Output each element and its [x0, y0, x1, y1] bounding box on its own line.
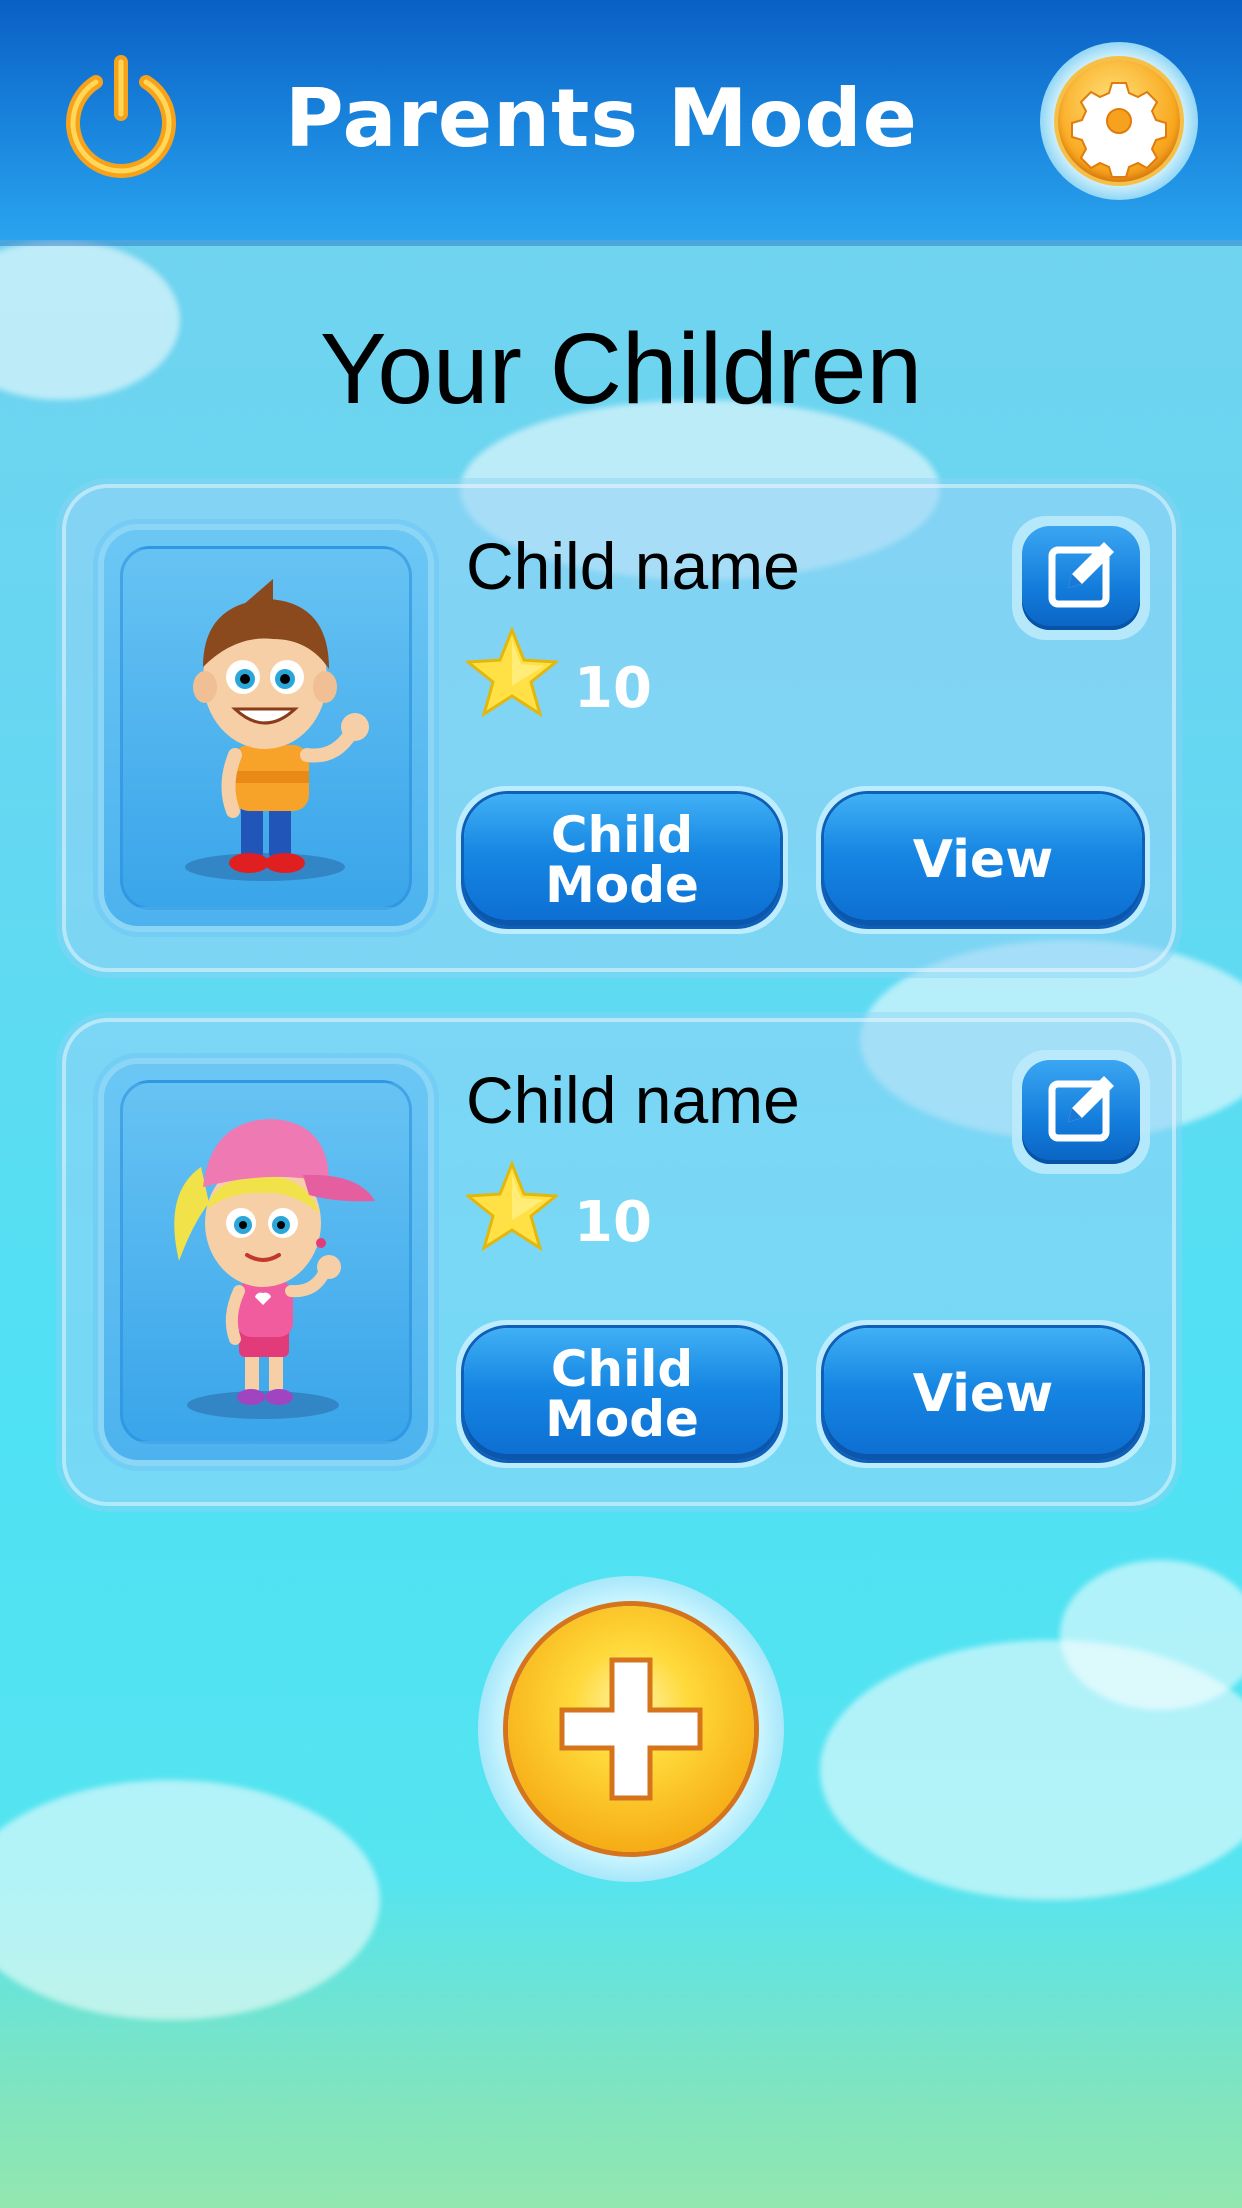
child-mode-button[interactable]: Child Mode — [456, 786, 788, 934]
child-mode-label-line1: Child — [550, 1340, 694, 1398]
plus-icon — [559, 1657, 703, 1801]
background-cloud — [0, 1780, 380, 2020]
power-icon — [66, 55, 176, 178]
child-mode-label-line2: Mode — [545, 856, 699, 914]
avatar-frame — [98, 524, 434, 932]
avatar-panel — [120, 546, 412, 910]
child-mode-label: Child Mode — [545, 1344, 699, 1444]
child-mode-button-face: Child Mode — [464, 1328, 780, 1460]
edit-child-button[interactable] — [1012, 1050, 1150, 1174]
child-mode-label: Child Mode — [545, 810, 699, 910]
power-button[interactable] — [58, 52, 184, 178]
edit-icon — [1048, 1076, 1114, 1142]
boy-avatar — [185, 579, 369, 881]
avatar-frame — [98, 1058, 434, 1466]
view-label: View — [824, 794, 1142, 926]
child-card: Child name 10 Child Mode View — [62, 484, 1176, 972]
star-count: 10 — [574, 1190, 652, 1255]
view-button[interactable]: View — [816, 786, 1150, 934]
child-mode-label-line1: Child — [550, 806, 694, 864]
girl-avatar — [174, 1119, 375, 1419]
view-button[interactable]: View — [816, 1320, 1150, 1468]
star-icon — [466, 1160, 558, 1252]
child-mode-button[interactable]: Child Mode — [456, 1320, 788, 1468]
header-title: Parents Mode — [285, 72, 918, 165]
gear-icon — [1071, 82, 1167, 178]
child-card: Child name 10 Child Mode View — [62, 1018, 1176, 1506]
page-title: Your Children — [319, 313, 923, 425]
add-child-button[interactable] — [478, 1576, 784, 1882]
view-label: View — [824, 1328, 1142, 1460]
settings-button-face — [1058, 60, 1180, 182]
star-count: 10 — [574, 656, 652, 721]
child-name: Child name — [466, 1063, 800, 1137]
top-bar: Parents Mode — [0, 0, 1242, 240]
star-icon — [466, 626, 558, 718]
child-mode-label-line2: Mode — [545, 1390, 699, 1448]
settings-button[interactable] — [1040, 42, 1198, 200]
child-mode-button-face: Child Mode — [464, 794, 780, 926]
edit-child-button[interactable] — [1012, 516, 1150, 640]
add-button-face — [508, 1606, 754, 1852]
avatar-panel — [120, 1080, 412, 1444]
edit-button-face — [1022, 526, 1140, 630]
edit-button-face — [1022, 1060, 1140, 1164]
edit-icon — [1048, 542, 1114, 608]
child-name: Child name — [466, 529, 800, 603]
